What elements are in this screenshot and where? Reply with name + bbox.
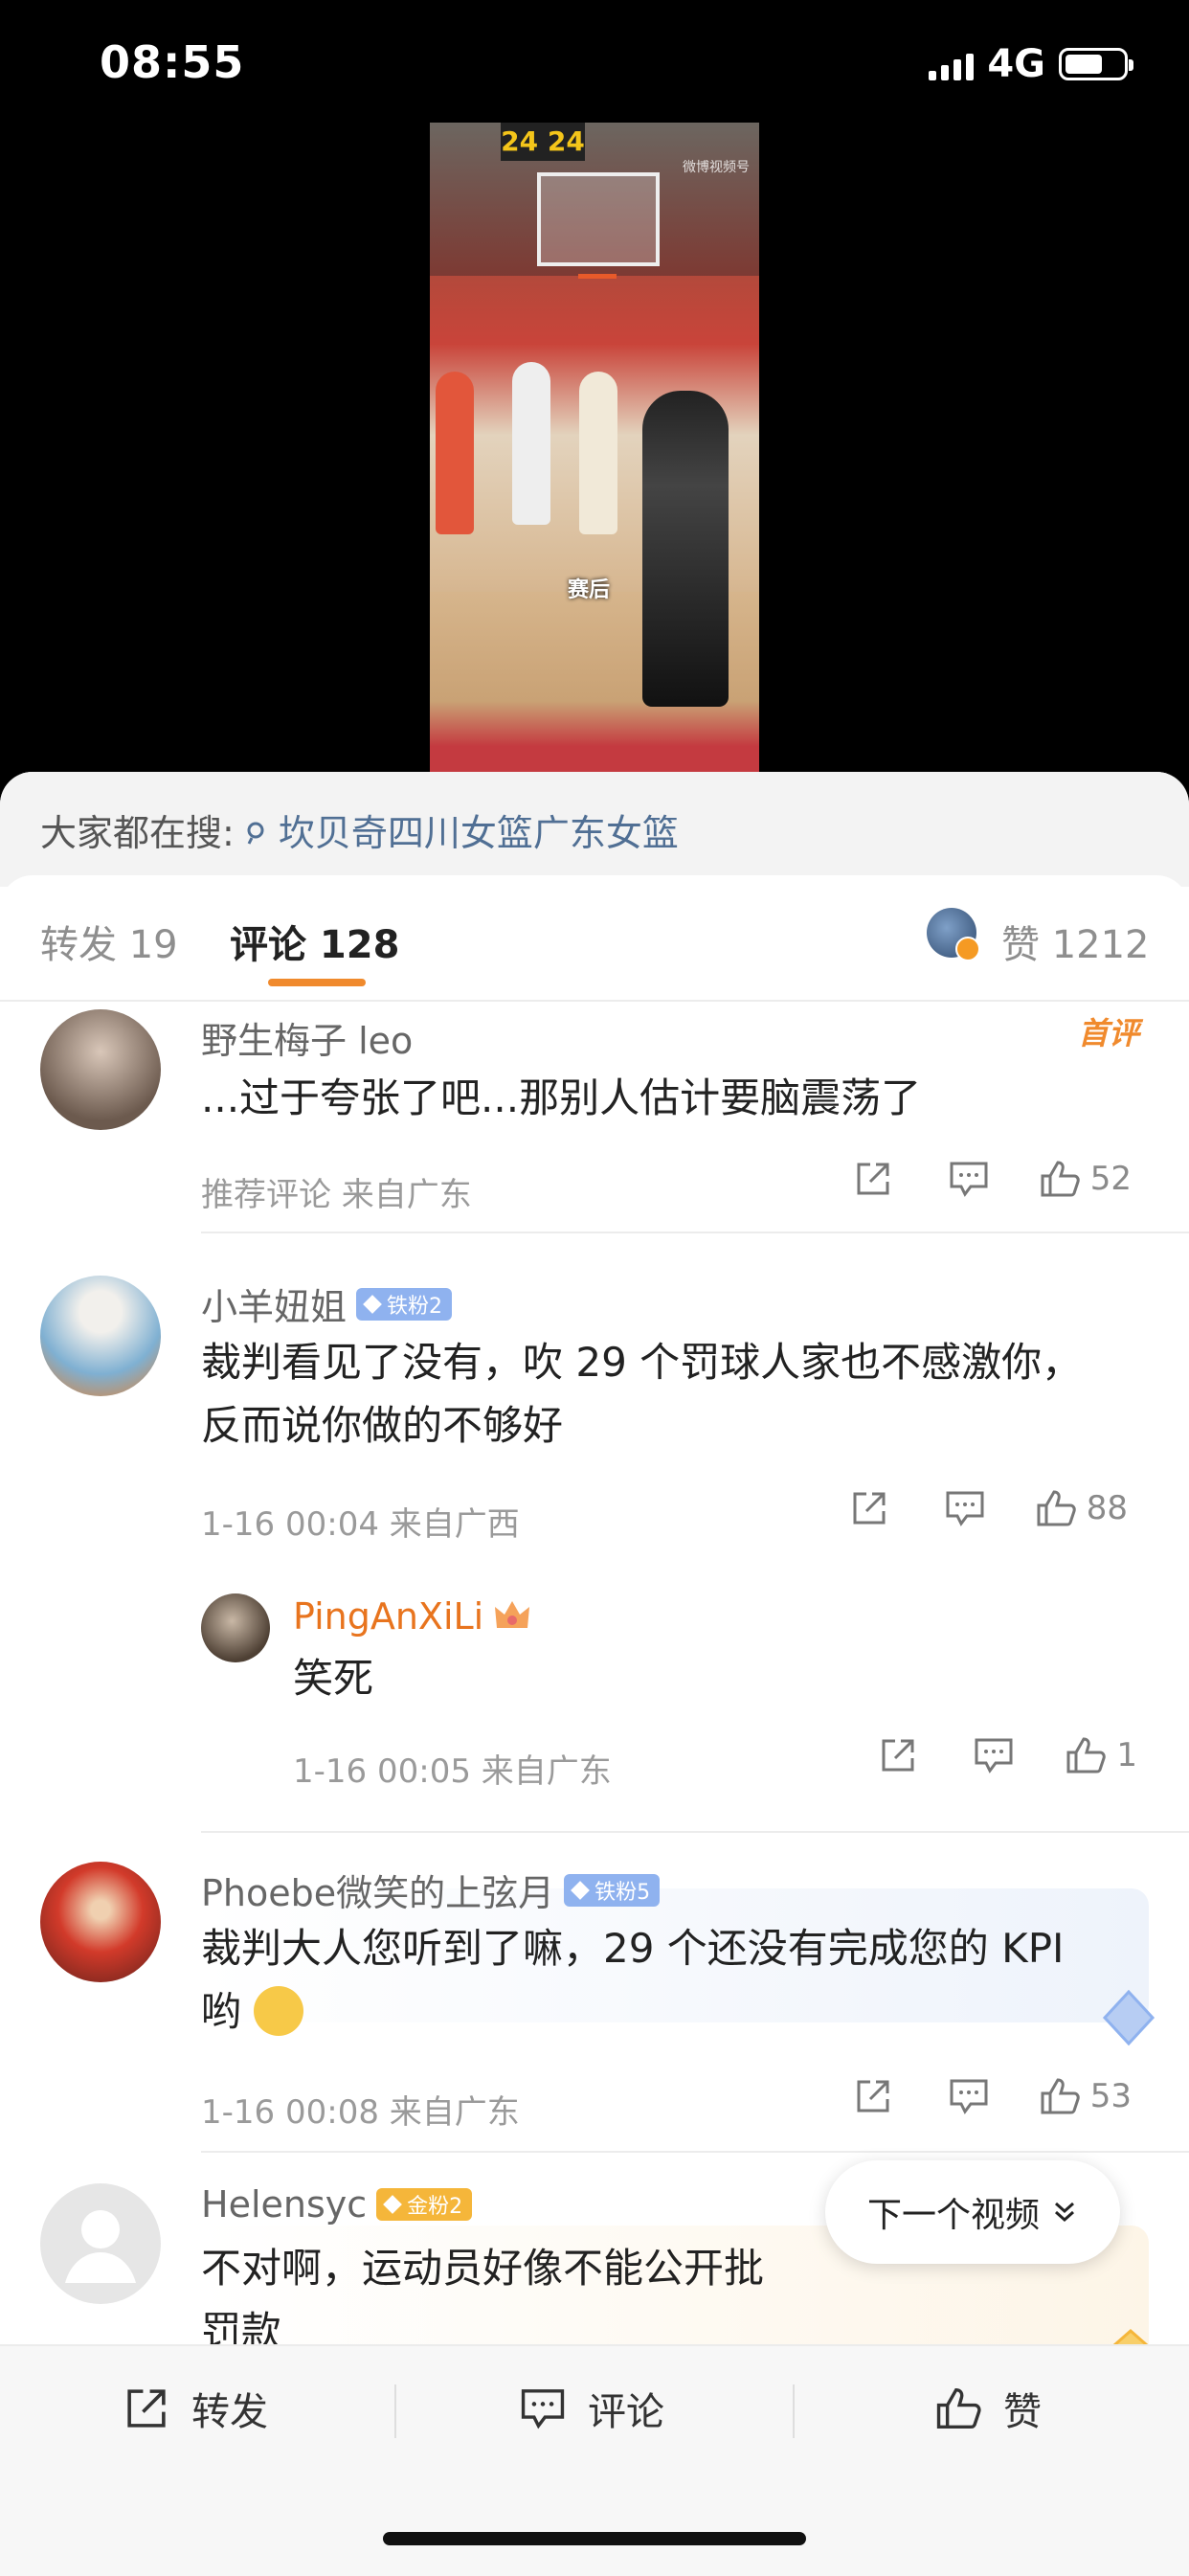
network-label: 4G: [987, 42, 1045, 86]
comment-icon: [946, 1491, 984, 1526]
reply-button[interactable]: [946, 1736, 1042, 1774]
like-count: 88: [1086, 1489, 1128, 1527]
fan-badge: 铁粉5: [564, 1873, 661, 1907]
share-icon: [882, 1739, 914, 1772]
comment-icon: [950, 2079, 988, 2114]
trending-search-label: 大家都在搜:: [40, 811, 235, 854]
like-button[interactable]: 52: [1017, 1159, 1132, 1199]
status-bar: 08:55 4G: [0, 0, 1189, 124]
comment-author[interactable]: 野生梅子 leo: [201, 1011, 413, 1064]
thumbs-up-icon: [1041, 2078, 1080, 2114]
next-video-button[interactable]: 下一个视频: [825, 2160, 1120, 2264]
referee: [642, 391, 729, 707]
comment-sheet: 大家都在搜: 坎贝奇四川女篮广东女篮 转发 19 评论 128 赞 1212 野…: [0, 772, 1189, 2574]
thumbs-up-icon: [1066, 1737, 1107, 1774]
comment-author[interactable]: Helensyc 金粉2: [201, 2183, 473, 2226]
basket-backboard: [537, 172, 660, 266]
tab-likes[interactable]: 赞 1212: [1001, 914, 1150, 969]
comment-icon: [950, 1162, 988, 1197]
reply-meta: 1-16 00:05 来自广东: [293, 1752, 612, 1791]
comment-icon: [521, 2389, 565, 2429]
reply-avatar[interactable]: [201, 1593, 270, 1662]
reply-text: 笑死: [293, 1655, 374, 1702]
signal-icon: [929, 48, 975, 80]
thumbs-up-icon: [1037, 1490, 1076, 1526]
double-chevron-down-icon: [1055, 2202, 1074, 2223]
tab-comments[interactable]: 评论 128: [230, 914, 399, 969]
video-caption: 赛后: [568, 578, 611, 602]
scoreboard: 24 24: [501, 123, 585, 161]
reply-author[interactable]: PingAnXiLi: [293, 1595, 531, 1638]
tab-bar: 转发 19 评论 128 赞 1212: [0, 875, 1189, 1002]
reply-button[interactable]: [921, 1160, 1017, 1198]
default-avatar[interactable]: [40, 2183, 161, 2304]
comment-icon: [975, 1738, 1013, 1774]
share-button[interactable]: [850, 1735, 946, 1775]
comment-text: 裁判大人您听到了嘛，29 个还没有完成您的 KPI 哟: [201, 1925, 1065, 2036]
comment-meta: 1-16 00:08 来自广东: [201, 2093, 520, 2132]
comment-text: ...过于夸张了吧...那别人估计要脑震荡了: [201, 1074, 922, 1121]
comment-meta: 1-16 00:04 来自广西: [201, 1505, 520, 1544]
like-button[interactable]: 1: [1042, 1735, 1137, 1775]
share-icon: [857, 2080, 889, 2113]
video-watermark: 微博视频号: [683, 160, 750, 175]
share-icon: [853, 1492, 886, 1525]
repost-button[interactable]: 转发: [123, 2346, 268, 2471]
liker-avatar[interactable]: [927, 908, 980, 961]
diamond-decoration-icon: [1102, 1989, 1155, 2046]
share-button[interactable]: [825, 1159, 921, 1199]
like-button[interactable]: 赞: [934, 2346, 1042, 2471]
fan-badge: 金粉2: [376, 2188, 473, 2221]
avatar[interactable]: [40, 1276, 161, 1396]
like-button[interactable]: 53: [1017, 2076, 1132, 2116]
like-button[interactable]: 88: [1013, 1488, 1128, 1528]
like-count: 1: [1116, 1736, 1137, 1774]
tab-repost[interactable]: 转发 19: [40, 914, 178, 969]
thumbs-up-icon: [936, 2387, 981, 2429]
home-indicator[interactable]: [383, 2532, 806, 2545]
comment-text: 裁判看见了没有，吹 29 个罚球人家也不感激你， 反而说你做的不够好: [201, 1339, 1083, 1449]
share-icon: [857, 1163, 889, 1195]
avatar[interactable]: [40, 1009, 161, 1130]
verified-icon: [955, 937, 980, 961]
comment-author[interactable]: Phoebe微笑的上弦月 铁粉5: [201, 1864, 661, 1916]
avatar[interactable]: [40, 1862, 161, 1982]
share-button[interactable]: [825, 2076, 921, 2116]
thumbs-up-icon: [1041, 1161, 1080, 1197]
like-count: 53: [1089, 2077, 1132, 2115]
battery-icon: [1059, 48, 1133, 80]
reply-button[interactable]: [917, 1489, 1013, 1527]
reply-button[interactable]: [921, 2077, 1017, 2115]
user-icon: [65, 2210, 136, 2283]
trending-search-query[interactable]: 坎贝奇四川女篮广东女篮: [246, 803, 679, 856]
fan-badge: 铁粉2: [356, 1287, 453, 1321]
video-player[interactable]: 24 24 微博视频号 赛后: [430, 123, 759, 774]
smile-emoji-icon: [254, 1985, 304, 2036]
crown-icon: [495, 1601, 530, 1628]
first-comment-tag: 首评: [1077, 1015, 1139, 1051]
comment-author[interactable]: 小羊妞姐 铁粉2: [201, 1277, 453, 1330]
share-button[interactable]: [821, 1488, 917, 1528]
trending-search[interactable]: 大家都在搜: 坎贝奇四川女篮广东女篮: [0, 772, 1189, 887]
share-icon: [127, 2389, 166, 2428]
comment-meta: 推荐评论 来自广东: [201, 1176, 472, 1214]
search-icon: [247, 822, 264, 845]
active-tab-indicator: [268, 979, 366, 986]
like-count: 52: [1089, 1160, 1132, 1198]
comment-button[interactable]: 评论: [519, 2346, 664, 2471]
status-time: 08:55: [100, 36, 245, 88]
